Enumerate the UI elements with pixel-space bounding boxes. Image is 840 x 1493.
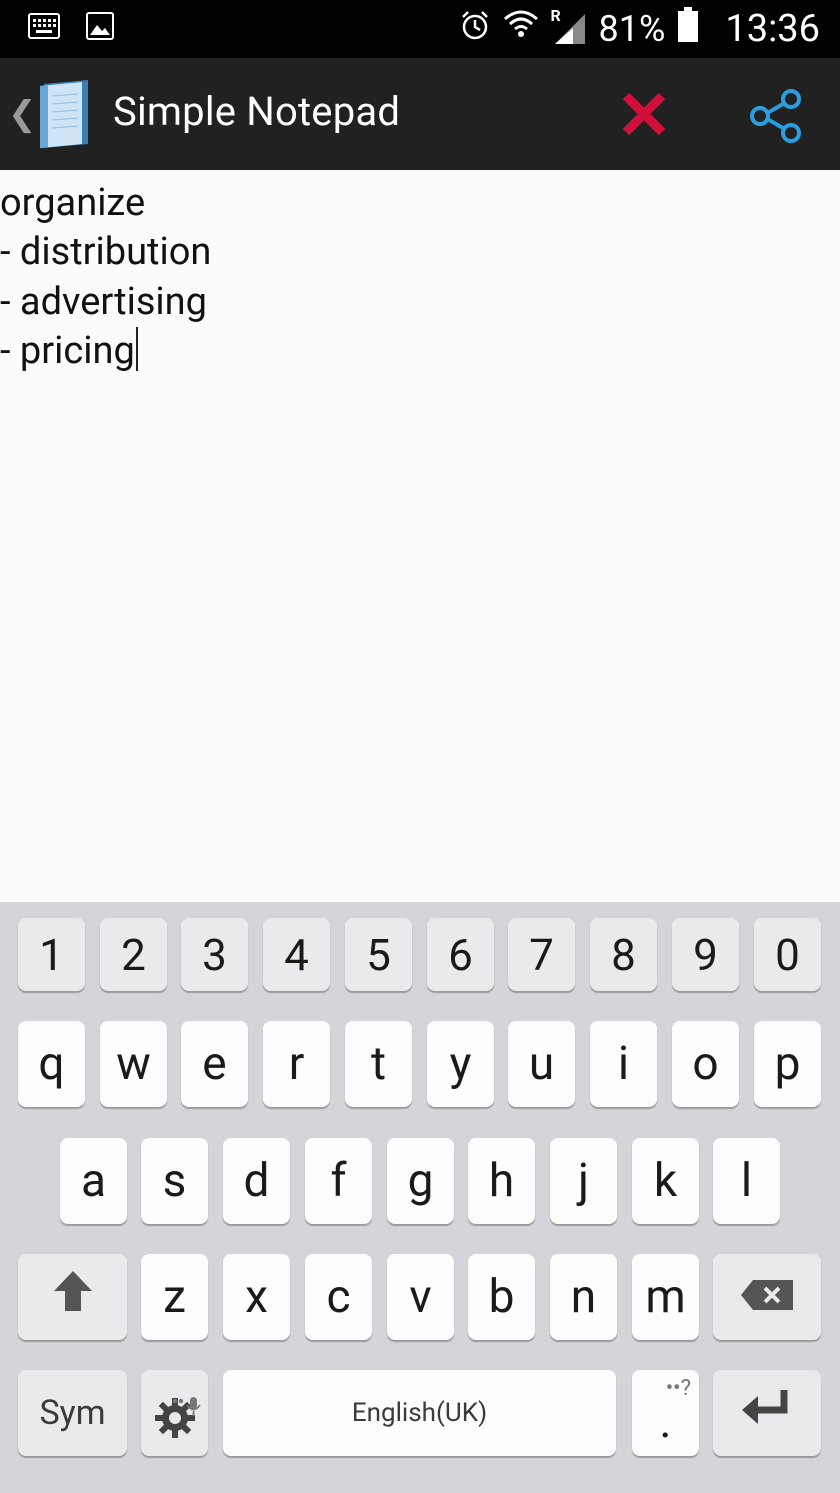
space-key-language-label: English(UK) xyxy=(351,1398,488,1428)
share-button[interactable] xyxy=(748,88,804,144)
key-m[interactable]: m xyxy=(632,1254,699,1340)
key-n[interactable]: n xyxy=(550,1254,617,1340)
status-bar: R 81% 13:36 xyxy=(0,0,840,58)
notepad-app-icon[interactable] xyxy=(34,80,92,152)
key-9[interactable]: 9 xyxy=(672,918,739,991)
key-6[interactable]: 6 xyxy=(427,918,494,991)
text-cursor xyxy=(135,327,138,371)
key-b[interactable]: b xyxy=(468,1254,535,1340)
note-line: organize xyxy=(0,181,146,225)
microphone-hint-icon xyxy=(172,1376,202,1430)
key-4[interactable]: 4 xyxy=(263,918,330,991)
note-line: - pricing xyxy=(0,329,135,373)
key-q[interactable]: q xyxy=(18,1021,85,1107)
backspace-icon xyxy=(739,1270,795,1324)
key-g[interactable]: g xyxy=(387,1138,454,1224)
key-a[interactable]: a xyxy=(60,1138,127,1224)
key-y[interactable]: y xyxy=(427,1021,494,1107)
key-x[interactable]: x xyxy=(223,1254,290,1340)
key-z[interactable]: z xyxy=(141,1254,208,1340)
key-f[interactable]: f xyxy=(305,1138,372,1224)
key-v[interactable]: v xyxy=(387,1254,454,1340)
wifi-icon xyxy=(503,8,539,50)
alarm-icon xyxy=(459,8,491,50)
key-r[interactable]: r xyxy=(263,1021,330,1107)
cell-signal-icon: R xyxy=(551,6,587,46)
key-i[interactable]: i xyxy=(590,1021,657,1107)
shift-key[interactable] xyxy=(18,1254,127,1340)
key-s[interactable]: s xyxy=(141,1138,208,1224)
note-line: - distribution xyxy=(0,230,212,274)
space-key[interactable]: English(UK) xyxy=(223,1370,616,1456)
key-o[interactable]: o xyxy=(672,1021,739,1107)
period-hint-label: ? xyxy=(680,1376,691,1401)
roaming-indicator: R xyxy=(550,6,561,25)
key-d[interactable]: d xyxy=(223,1138,290,1224)
shift-arrow-icon xyxy=(52,1269,94,1325)
key-j[interactable]: j xyxy=(550,1138,617,1224)
key-h[interactable]: h xyxy=(468,1138,535,1224)
image-notification-icon xyxy=(86,12,114,44)
enter-key[interactable] xyxy=(713,1370,821,1456)
settings-voice-key[interactable] xyxy=(141,1370,208,1456)
note-line: - advertising xyxy=(0,280,207,324)
key-p[interactable]: p xyxy=(754,1021,821,1107)
key-3[interactable]: 3 xyxy=(181,918,248,991)
delete-note-button[interactable] xyxy=(618,88,670,140)
key-u[interactable]: u xyxy=(508,1021,575,1107)
period-key-label: . xyxy=(659,1395,672,1449)
key-w[interactable]: w xyxy=(100,1021,167,1107)
key-7[interactable]: 7 xyxy=(508,918,575,991)
note-editor[interactable]: organize - distribution - advertising - … xyxy=(0,170,840,902)
note-line-last: - pricing xyxy=(0,326,138,376)
key-c[interactable]: c xyxy=(305,1254,372,1340)
battery-icon xyxy=(677,6,699,52)
key-8[interactable]: 8 xyxy=(590,918,657,991)
key-5[interactable]: 5 xyxy=(345,918,412,991)
key-k[interactable]: k xyxy=(632,1138,699,1224)
key-l[interactable]: l xyxy=(713,1138,780,1224)
key-2[interactable]: 2 xyxy=(100,918,167,991)
period-key[interactable]: ••? . xyxy=(632,1370,699,1456)
period-hint-dots-icon: ••? xyxy=(665,1376,691,1401)
soft-keyboard: 1 2 3 4 5 6 7 8 9 0 q w e r t y u i o p … xyxy=(0,902,840,1493)
back-chevron-icon[interactable]: ❮ xyxy=(8,94,37,134)
clock: 13:36 xyxy=(725,7,820,51)
key-t[interactable]: t xyxy=(345,1021,412,1107)
key-0[interactable]: 0 xyxy=(754,918,821,991)
key-e[interactable]: e xyxy=(181,1021,248,1107)
enter-arrow-icon xyxy=(740,1386,794,1440)
sym-key[interactable]: Sym xyxy=(18,1370,127,1456)
app-title: Simple Notepad xyxy=(113,88,401,135)
battery-percent: 81% xyxy=(598,8,666,50)
key-1[interactable]: 1 xyxy=(18,918,85,991)
app-bar: ❮ Simple Notepad xyxy=(0,58,840,170)
backspace-key[interactable] xyxy=(713,1254,821,1340)
sym-key-label: Sym xyxy=(39,1393,106,1433)
keyboard-notification-icon xyxy=(28,13,60,43)
